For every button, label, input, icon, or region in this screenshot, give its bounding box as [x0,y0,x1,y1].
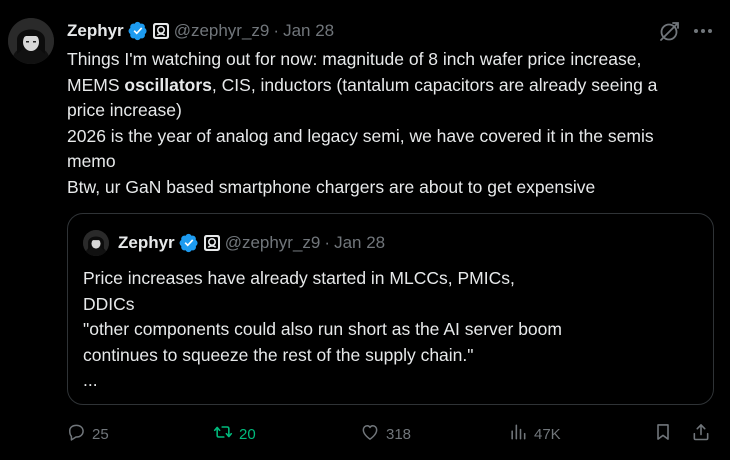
views-button[interactable]: 47K [508,420,561,448]
affiliate-badge-icon[interactable] [152,22,170,40]
grok-icon[interactable] [657,20,681,44]
like-button[interactable]: 318 [360,420,411,448]
tweet-text-line: MEMS oscillators, CIS, inductors (tantal… [67,74,658,95]
more-icon[interactable] [692,20,714,42]
reply-button[interactable]: 25 [66,420,109,448]
quoted-tweet-date: Jan 28 [334,233,386,252]
like-icon [360,422,380,446]
bookmark-button[interactable] [653,420,673,448]
action-bar: 25 20 318 47K [0,420,730,448]
views-icon [508,422,528,446]
author-handle[interactable]: @zephyr_z9 [174,21,270,41]
share-icon [691,422,711,446]
tweet-text-line: 2026 is the year of analog and legacy se… [67,125,654,146]
reply-count: 25 [92,425,109,443]
quoted-text-line: continues to squeeze the rest of the sup… [83,344,474,365]
verified-badge-icon [179,233,199,253]
quoted-author-avatar [83,230,109,256]
like-count: 318 [386,425,412,443]
bookmark-icon [653,422,673,446]
verified-badge-icon [128,21,148,41]
tweet-text-line: Things I'm watching out for now: magnitu… [67,49,642,69]
quoted-tweet-card[interactable]: Zephyr @zephyr_z9 · Jan 28 Price increas… [67,213,714,405]
author-avatar[interactable] [8,18,54,64]
tweet-text-line: memo [67,151,116,171]
bold-keyword: oscillators [124,74,212,95]
tweet-text-line: Btw, ur GaN based smartphone chargers ar… [67,176,596,197]
affiliate-badge-icon [203,234,221,252]
quoted-text-line: DDICs [83,293,135,314]
tweet-text: Things I'm watching out for now: magnitu… [67,47,719,200]
author-name[interactable]: Zephyr [67,21,124,41]
quoted-author-handle: @zephyr_z9 [224,233,321,252]
repost-icon [213,422,233,446]
repost-count: 20 [239,425,256,443]
quoted-text-line: "other components could also run short a… [83,319,562,339]
quoted-tweet-text: Price increases have already started in … [83,266,703,394]
reply-icon [66,422,86,446]
share-button[interactable] [691,420,711,448]
quoted-text-line: Price increases have already started in … [83,268,515,288]
views-count: 47K [534,425,561,443]
tweet-text-line: price increase) [67,100,182,120]
tweet-header: Zephyr @zephyr_z9 · Jan 28 [67,20,334,42]
tweet-date[interactable]: Jan 28 [283,21,334,41]
separator: · [324,233,331,252]
quoted-tweet-header: Zephyr @zephyr_z9 · Jan 28 [118,232,385,254]
repost-button[interactable]: 20 [213,420,256,448]
quoted-text-line: ... [83,370,98,390]
separator: · [273,21,280,40]
quoted-author-name: Zephyr [118,233,175,252]
